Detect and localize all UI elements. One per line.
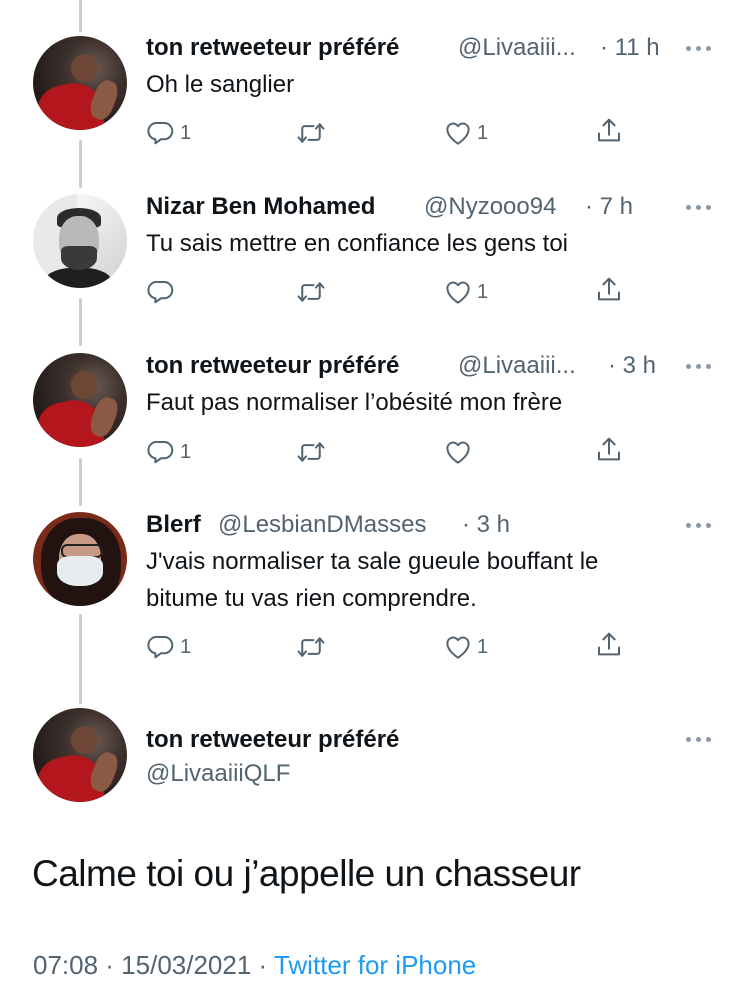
share-icon: [594, 435, 624, 465]
like-button[interactable]: 1: [443, 277, 488, 307]
avatar[interactable]: [33, 36, 127, 130]
more-icon[interactable]: [686, 737, 714, 745]
like-icon: [443, 437, 473, 467]
tweet-source[interactable]: Twitter for iPhone: [274, 950, 476, 980]
retweet-button[interactable]: [296, 277, 330, 307]
author-name[interactable]: ton retweeteur préféré: [146, 34, 399, 62]
thread-line: [79, 298, 82, 346]
thread-line: [79, 140, 82, 188]
more-icon[interactable]: [686, 46, 714, 54]
like-count: 1: [477, 122, 489, 144]
author-name[interactable]: Nizar Ben Mohamed: [146, 193, 375, 221]
avatar[interactable]: [33, 194, 127, 288]
like-count: 1: [477, 281, 489, 303]
retweet-icon: [296, 437, 326, 467]
tweet-time[interactable]: · 3 h: [608, 352, 656, 380]
share-button[interactable]: [594, 275, 624, 305]
tweet-text: Oh le sanglier: [146, 71, 295, 98]
retweet-button[interactable]: [296, 118, 330, 148]
like-button[interactable]: 1: [443, 632, 488, 662]
thread-line: [79, 614, 82, 704]
like-button[interactable]: [443, 437, 477, 467]
share-icon: [594, 630, 624, 660]
like-button[interactable]: 1: [443, 118, 488, 148]
retweet-icon: [296, 118, 326, 148]
reply-count: 1: [180, 441, 192, 463]
tweet-meta: 07:08 · 15/03/2021 · Twitter for iPhone: [33, 949, 476, 981]
like-count: 1: [477, 636, 489, 658]
thread-line: [79, 458, 82, 506]
more-icon[interactable]: [686, 523, 714, 531]
author-name[interactable]: Blerf: [146, 511, 201, 539]
like-icon: [443, 118, 473, 148]
retweet-button[interactable]: [296, 437, 330, 467]
tweet-text: Faut pas normaliser l’obésité mon frère: [146, 389, 563, 416]
tweet-text: Tu sais mettre en confiance les gens toi: [146, 230, 568, 257]
author-handle[interactable]: @Livaaiii...: [458, 34, 576, 62]
avatar[interactable]: [33, 353, 127, 447]
author-handle[interactable]: @Nyzooo94: [424, 193, 556, 221]
reply-icon: [146, 277, 176, 307]
share-icon: [594, 116, 624, 146]
more-icon[interactable]: [686, 364, 714, 372]
tweet-timestamp[interactable]: 07:08 · 15/03/2021 ·: [33, 950, 267, 980]
retweet-icon: [296, 632, 326, 662]
reply-button[interactable]: 1: [146, 632, 191, 662]
tweet-time[interactable]: · 7 h: [585, 193, 633, 221]
tweet-time[interactable]: · 11 h: [600, 34, 660, 62]
retweet-icon: [296, 277, 326, 307]
reply-button[interactable]: 1: [146, 118, 191, 148]
author-handle[interactable]: @LivaaiiiQLF: [146, 760, 290, 788]
tweet-time[interactable]: · 3 h: [462, 511, 510, 539]
reply-count: 1: [180, 122, 192, 144]
like-icon: [443, 632, 473, 662]
avatar[interactable]: [33, 708, 127, 802]
share-button[interactable]: [594, 435, 624, 465]
share-icon: [594, 275, 624, 305]
author-handle[interactable]: @LesbianDMasses: [218, 511, 426, 539]
thread-line: [79, 0, 82, 32]
tweet-text: bitume tu vas rien comprendre.: [146, 585, 477, 612]
reply-icon: [146, 437, 176, 467]
author-name[interactable]: ton retweeteur préféré: [146, 726, 399, 754]
avatar[interactable]: [33, 512, 127, 606]
author-handle[interactable]: @Livaaiii...: [458, 352, 576, 380]
reply-icon: [146, 118, 176, 148]
reply-button[interactable]: 1: [146, 437, 191, 467]
share-button[interactable]: [594, 630, 624, 660]
share-button[interactable]: [594, 116, 624, 146]
more-icon[interactable]: [686, 205, 714, 213]
reply-icon: [146, 632, 176, 662]
retweet-button[interactable]: [296, 632, 330, 662]
tweet-text: J'vais normaliser ta sale gueule bouffan…: [146, 548, 599, 575]
reply-count: 1: [180, 636, 192, 658]
like-icon: [443, 277, 473, 307]
reply-button[interactable]: [146, 277, 180, 307]
tweet-text: Calme toi ou j’appelle un chasseur: [32, 853, 581, 894]
author-name[interactable]: ton retweeteur préféré: [146, 352, 399, 380]
